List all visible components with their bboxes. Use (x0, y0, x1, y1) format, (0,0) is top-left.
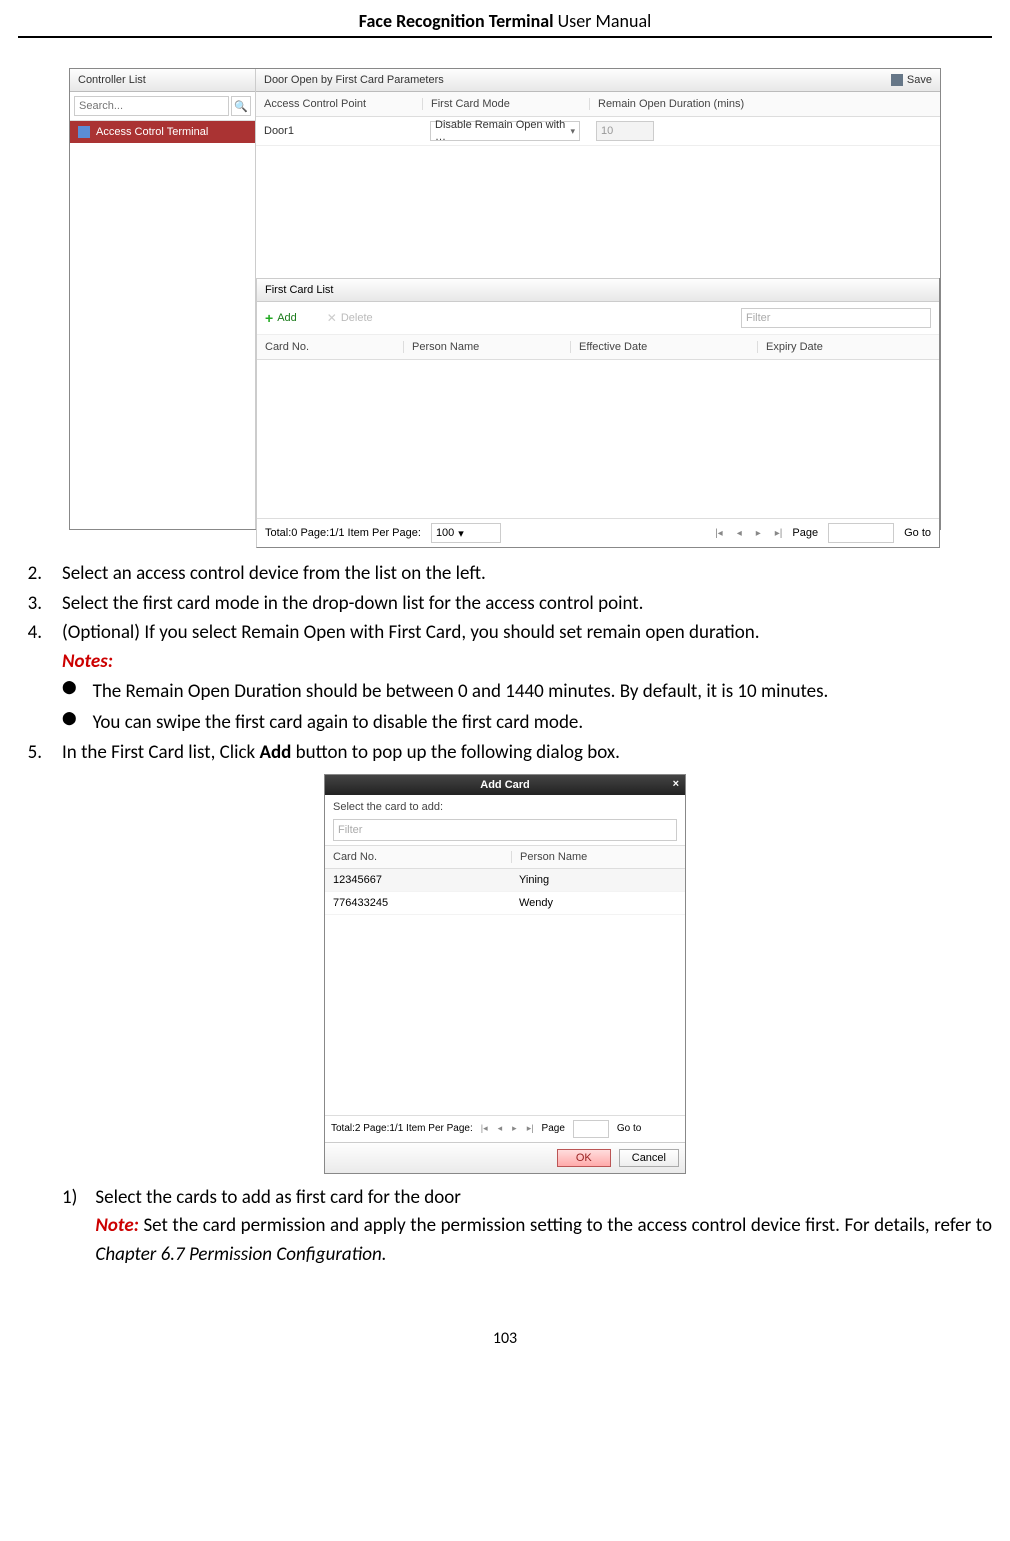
cell-card-no: 776433245 (325, 897, 511, 909)
page-label: Page (542, 1123, 565, 1134)
x-icon: ✕ (327, 311, 337, 325)
device-item-selected[interactable]: Access Cotrol Terminal (70, 121, 255, 143)
cell-door: Door1 (256, 125, 422, 137)
screenshot-add-card-dialog: Add Card × Select the card to add: Filte… (324, 774, 686, 1174)
last-page-icon[interactable]: ▸| (775, 528, 783, 539)
col-first-card-mode: First Card Mode (422, 98, 589, 110)
device-label: Access Cotrol Terminal (96, 126, 208, 138)
col-expiry-date: Expiry Date (757, 341, 939, 353)
duration-input[interactable]: 10 (596, 121, 654, 141)
dialog-filter-input[interactable]: Filter (333, 819, 677, 841)
page-number: 103 (18, 1329, 992, 1348)
list-number: 4. (22, 619, 42, 676)
note-bullet-2: You can swipe the first card again to di… (93, 709, 584, 738)
list-number: 3. (22, 590, 42, 619)
add-button[interactable]: + Add (265, 310, 297, 326)
substep-1-ref: Chapter 6.7 Permission Configuration. (95, 1243, 386, 1266)
cell-person: Yining (511, 874, 557, 886)
controller-list-title: Controller List (70, 69, 255, 92)
items-value: 100 (436, 527, 454, 539)
page-label: Page (792, 527, 818, 539)
step-5-bold: Add (259, 741, 291, 764)
delete-button[interactable]: ✕ Delete (327, 311, 373, 325)
col-remain-open-duration: Remain Open Duration (mins) (589, 98, 940, 110)
filter-placeholder: Filter (338, 824, 362, 836)
delete-label: Delete (341, 312, 373, 324)
save-label: Save (907, 74, 932, 86)
col-access-control-point: Access Control Point (256, 98, 422, 110)
note-label: Note: (95, 1214, 138, 1237)
first-page-icon[interactable]: |◂ (715, 528, 723, 539)
first-card-list-title: First Card List (257, 278, 939, 302)
search-input[interactable] (74, 96, 229, 116)
page-input[interactable] (828, 523, 894, 543)
list-number: 5. (22, 739, 42, 768)
items-per-page-select[interactable]: 100 ▾ (431, 523, 501, 543)
col-card-no: Card No. (257, 341, 403, 353)
bullet-icon: ⬤ (62, 709, 77, 738)
instructions-block: 2. Select an access control device from t… (18, 560, 992, 768)
step-2: Select an access control device from the… (62, 560, 992, 589)
card-row[interactable]: 776433245 Wendy (325, 892, 685, 915)
substep-1-note: Set the card permission and apply the pe… (139, 1214, 992, 1237)
col-card-no: Card No. (325, 851, 511, 863)
dialog-title: Add Card (480, 779, 530, 791)
cancel-button[interactable]: Cancel (619, 1149, 679, 1167)
col-person-name: Person Name (403, 341, 570, 353)
notes-label: Notes: (62, 650, 113, 673)
filter-input[interactable]: Filter (741, 308, 931, 328)
step-3: Select the first card mode in the drop-d… (62, 590, 992, 619)
dialog-prompt: Select the card to add: (325, 795, 685, 819)
filter-placeholder: Filter (746, 312, 770, 324)
sublist-number: 1) (62, 1184, 77, 1270)
bullet-icon: ⬤ (62, 678, 77, 707)
card-row[interactable]: 12345667 Yining (325, 869, 685, 892)
header-bold: Face Recognition Terminal (359, 10, 554, 32)
close-icon[interactable]: × (673, 778, 679, 790)
step-4: (Optional) If you select Remain Open wit… (62, 621, 760, 644)
controller-list-panel: Controller List 🔍 Access Cotrol Terminal (70, 69, 256, 529)
ok-button[interactable]: OK (557, 1149, 611, 1167)
step-5-post: button to pop up the following dialog bo… (291, 741, 620, 764)
step-5-pre: In the First Card list, Click (62, 741, 259, 764)
last-page-icon[interactable]: ▸| (527, 1123, 534, 1134)
door-row[interactable]: Door1 Disable Remain Open with … ▾ 10 (256, 117, 940, 146)
dialog-title-bar: Add Card × (325, 775, 685, 795)
note-bullet-1: The Remain Open Duration should be betwe… (93, 678, 829, 707)
first-page-icon[interactable]: |◂ (481, 1123, 488, 1134)
duration-value: 10 (601, 125, 613, 137)
search-icon[interactable]: 🔍 (231, 96, 251, 116)
list-number: 2. (22, 560, 42, 589)
substep-1: Select the cards to add as first card fo… (95, 1186, 460, 1209)
save-button[interactable]: Save (891, 74, 932, 86)
pagination-status: Total:2 Page:1/1 Item Per Page: (331, 1123, 473, 1134)
next-page-icon[interactable]: ▸ (512, 1123, 517, 1134)
device-icon (78, 126, 90, 138)
plus-icon: + (265, 310, 273, 326)
page-input[interactable] (573, 1120, 609, 1138)
cell-person: Wendy (511, 897, 561, 909)
mode-value: Disable Remain Open with … (435, 119, 566, 143)
first-card-mode-select[interactable]: Disable Remain Open with … ▾ (430, 121, 580, 141)
pagination-status: Total:0 Page:1/1 Item Per Page: (265, 527, 421, 539)
add-label: Add (277, 312, 297, 324)
chevron-down-icon: ▾ (458, 527, 464, 540)
chevron-down-icon: ▾ (570, 126, 575, 137)
col-effective-date: Effective Date (570, 341, 757, 353)
next-page-icon[interactable]: ▸ (756, 528, 761, 539)
page-header: Face Recognition Terminal User Manual (18, 10, 992, 38)
goto-button[interactable]: Go to (617, 1123, 641, 1134)
prev-page-icon[interactable]: ◂ (498, 1123, 503, 1134)
save-icon (891, 74, 903, 86)
cell-card-no: 12345667 (325, 874, 511, 886)
col-person-name: Person Name (511, 851, 685, 863)
parameters-panel-title: Door Open by First Card Parameters (264, 74, 444, 86)
goto-button[interactable]: Go to (904, 527, 931, 539)
header-rest: User Manual (554, 10, 652, 32)
prev-page-icon[interactable]: ◂ (737, 528, 742, 539)
